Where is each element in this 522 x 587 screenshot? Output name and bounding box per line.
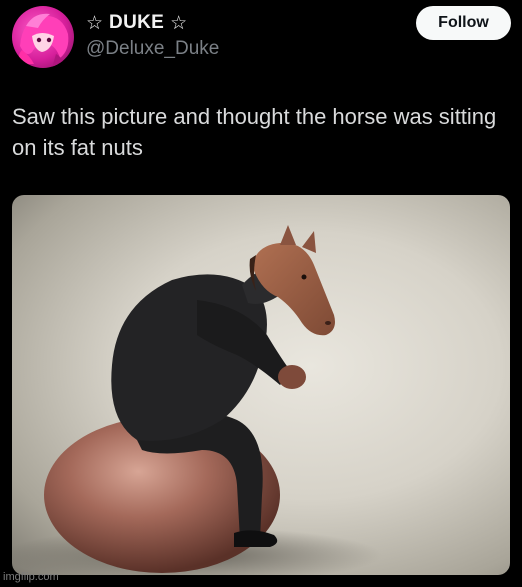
- display-name-line: ☆ DUKE ☆: [86, 12, 187, 34]
- tweet-screenshot: ☆ DUKE ☆ @Deluxe_Duke Follow Saw this pi…: [0, 0, 522, 587]
- star-icon: ☆: [170, 12, 188, 34]
- follow-button[interactable]: Follow: [416, 6, 511, 40]
- imgflip-watermark: imgflip.com: [3, 571, 59, 583]
- horse-man-illustration: [12, 225, 382, 575]
- star-icon: ☆: [86, 12, 104, 34]
- tweet-media-image[interactable]: [12, 195, 510, 575]
- avatar[interactable]: [12, 6, 74, 68]
- user-handle[interactable]: @Deluxe_Duke: [86, 38, 219, 60]
- display-name[interactable]: DUKE: [109, 12, 164, 34]
- tweet-text: Saw this picture and thought the horse w…: [12, 104, 497, 160]
- avatar-art: [19, 13, 69, 68]
- tweet-header: ☆ DUKE ☆ @Deluxe_Duke Follow: [0, 0, 522, 86]
